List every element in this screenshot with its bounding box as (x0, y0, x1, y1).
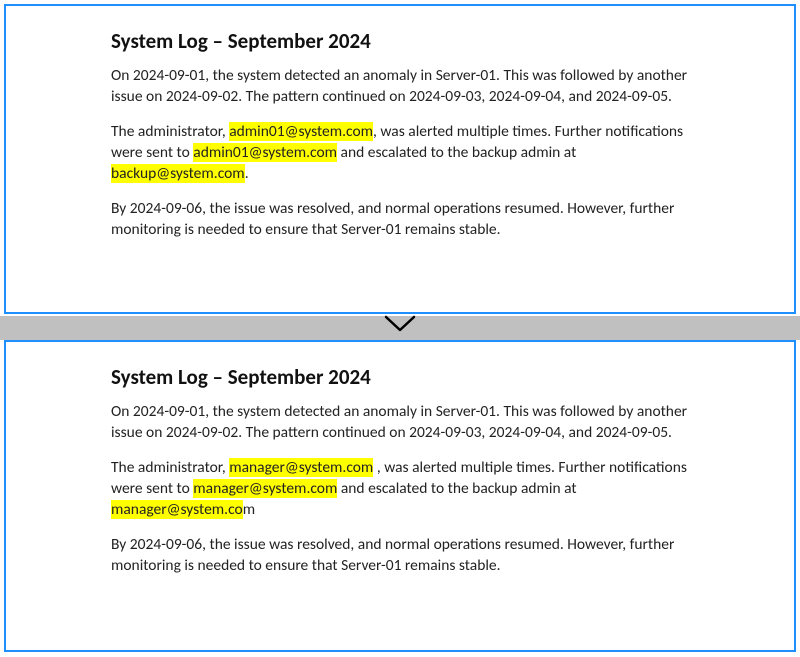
after-panel: System Log – September 2024 On 2024-09-0… (4, 340, 796, 652)
comparison-stage: System Log – September 2024 On 2024-09-0… (0, 0, 800, 657)
paragraph-2: The administrator, manager@system.com , … (111, 458, 704, 521)
p2-text: and escalated to the backup admin at (337, 479, 576, 498)
email-highlight-1: manager@system.com (229, 458, 373, 477)
email-highlight-3: backup@system.com (111, 164, 245, 183)
email-highlight-3: manager@system.co (111, 500, 243, 519)
email-highlight-1: admin01@system.com (229, 122, 373, 141)
p2-text: . (245, 164, 249, 183)
before-document: System Log – September 2024 On 2024-09-0… (111, 28, 704, 254)
p2-text: The administrator, (111, 458, 229, 477)
p2-tail: m (243, 500, 255, 519)
before-panel: System Log – September 2024 On 2024-09-0… (4, 4, 796, 314)
paragraph-3: By 2024-09-06, the issue was resolved, a… (111, 535, 704, 577)
paragraph-3: By 2024-09-06, the issue was resolved, a… (111, 199, 704, 241)
chevron-down-icon (383, 314, 417, 336)
paragraph-2: The administrator, admin01@system.com, w… (111, 122, 704, 185)
email-highlight-2: manager@system.com (193, 479, 337, 498)
paragraph-1: On 2024-09-01, the system detected an an… (111, 402, 704, 444)
paragraph-1: On 2024-09-01, the system detected an an… (111, 66, 704, 108)
after-document: System Log – September 2024 On 2024-09-0… (111, 364, 704, 590)
doc-title: System Log – September 2024 (111, 28, 704, 54)
doc-title: System Log – September 2024 (111, 364, 704, 390)
email-highlight-2: admin01@system.com (193, 143, 337, 162)
p2-text: The administrator, (111, 122, 229, 141)
p2-text: and escalated to the backup admin at (337, 143, 576, 162)
